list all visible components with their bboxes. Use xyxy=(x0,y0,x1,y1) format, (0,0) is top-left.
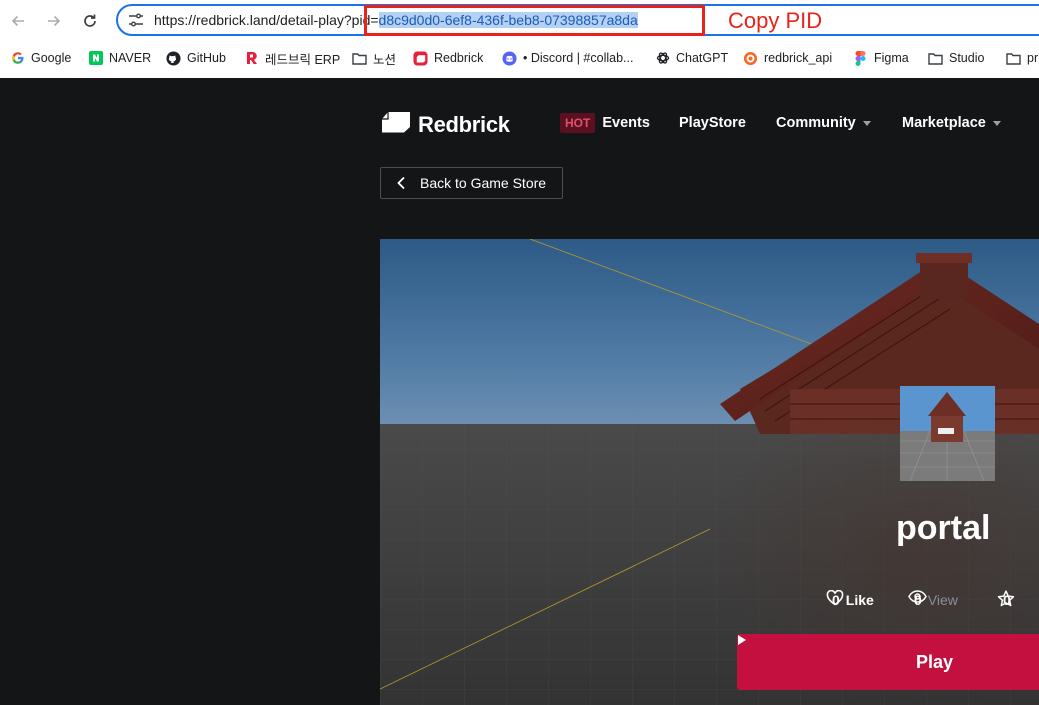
redbrick-logo-icon xyxy=(380,110,412,140)
bookmark-notion-folder[interactable]: 노션 xyxy=(352,46,396,70)
bookmark-naver[interactable]: NAVER xyxy=(88,46,151,70)
nav-playstore[interactable]: PlayStore xyxy=(679,111,746,135)
api-icon xyxy=(743,51,758,66)
like-label: Like xyxy=(845,592,874,608)
naver-icon xyxy=(88,51,103,66)
copy-pid-annotation: Copy PID xyxy=(728,8,823,33)
nav-community[interactable]: Community xyxy=(776,111,871,135)
bookmark-label: redbrick_api xyxy=(764,51,833,65)
bookmark-discord[interactable]: • Discord | #collab... xyxy=(502,46,633,70)
bookmark-pr-folder[interactable]: pr xyxy=(1006,46,1038,70)
nav-events[interactable]: HOT Events xyxy=(560,111,650,135)
view-stat: 0 View xyxy=(908,590,958,610)
reload-icon[interactable] xyxy=(80,11,100,31)
star-stat[interactable]: 0 xyxy=(997,590,1015,610)
caret-down-icon xyxy=(862,120,871,126)
game-hero: portal 0 Like 0 View 0 Play xyxy=(380,239,1039,705)
site-page: Redbrick HOT Events PlayStore Community … xyxy=(0,78,1039,705)
hot-badge: HOT xyxy=(560,113,596,133)
discord-icon xyxy=(502,50,517,66)
bookmark-github[interactable]: GitHub xyxy=(166,46,226,70)
nav-community-label: Community xyxy=(776,115,856,131)
play-button[interactable]: Play xyxy=(737,634,1039,690)
logo-text: Redbrick xyxy=(418,112,510,137)
redbrick-icon xyxy=(413,50,428,66)
like-button[interactable]: 0 Like xyxy=(826,590,874,610)
forward-arrow-icon[interactable] xyxy=(44,11,64,31)
bookmark-label: GitHub xyxy=(187,51,226,65)
bookmarks-bar: Google NAVER GitHub 레드브릭 ERP 노션 Redbrick… xyxy=(0,46,1039,70)
bookmark-label: 노션 xyxy=(373,52,397,67)
bookmark-chatgpt[interactable]: ChatGPT xyxy=(655,46,728,70)
folder-icon xyxy=(1006,51,1021,66)
url-prefix: https://redbrick.land/detail-play? xyxy=(154,12,352,28)
bookmark-label: ChatGPT xyxy=(676,51,729,65)
caret-down-icon xyxy=(992,120,1001,126)
bookmark-redbrick-erp[interactable]: 레드브릭 ERP xyxy=(244,46,340,70)
bookmark-google[interactable]: Google xyxy=(10,46,71,70)
github-icon xyxy=(166,50,181,66)
bookmark-label: Studio xyxy=(949,51,985,65)
redbrick-r-icon xyxy=(244,51,259,66)
back-button-label: Back to Game Store xyxy=(420,175,547,191)
bookmark-label: 레드브릭 ERP xyxy=(265,52,341,67)
bookmark-label: Figma xyxy=(874,51,909,65)
site-settings-icon[interactable] xyxy=(128,13,144,32)
bookmark-label: • Discord | #collab... xyxy=(523,51,634,65)
nav-playstore-label: PlayStore xyxy=(679,115,746,131)
game-title: portal xyxy=(896,509,991,547)
bookmark-label: Google xyxy=(31,51,72,65)
back-to-game-store-button[interactable]: Back to Game Store xyxy=(380,167,563,199)
play-label: Play xyxy=(916,651,954,672)
chevron-left-icon xyxy=(396,176,410,190)
pid-highlight-box xyxy=(364,5,705,36)
folder-icon xyxy=(928,51,943,66)
view-label: View xyxy=(927,592,958,608)
google-icon xyxy=(10,51,25,66)
nav-events-label: Events xyxy=(602,115,650,131)
bookmark-label: pr xyxy=(1027,51,1039,65)
nav-marketplace-label: Marketplace xyxy=(902,115,986,131)
figma-icon xyxy=(853,50,868,66)
bookmark-redbrick[interactable]: Redbrick xyxy=(413,46,483,70)
chatgpt-icon xyxy=(655,51,670,66)
back-arrow-icon[interactable] xyxy=(8,11,28,31)
game-thumbnail xyxy=(900,386,995,481)
browser-chrome: https://redbrick.land/detail-play?pid=d8… xyxy=(0,0,1039,78)
bookmark-redbrick-api[interactable]: redbrick_api xyxy=(743,46,832,70)
bookmark-label: NAVER xyxy=(109,51,152,65)
bookmark-studio-folder[interactable]: Studio xyxy=(928,46,984,70)
folder-icon xyxy=(352,51,367,66)
redbrick-logo[interactable]: Redbrick xyxy=(380,110,510,140)
bookmark-label: Redbrick xyxy=(434,51,484,65)
nav-marketplace[interactable]: Marketplace xyxy=(902,111,1001,135)
bookmark-figma[interactable]: Figma xyxy=(853,46,909,70)
